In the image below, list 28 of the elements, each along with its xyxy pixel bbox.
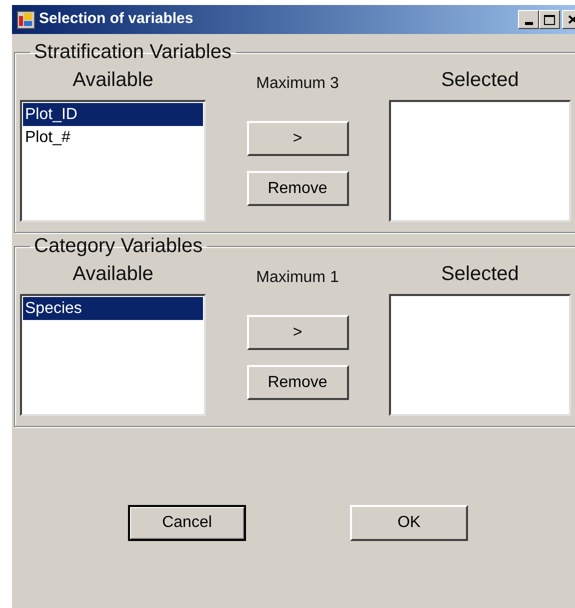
list-item[interactable]: Species xyxy=(23,297,203,320)
minimize-button[interactable] xyxy=(518,10,539,29)
window-title: Selection of variables xyxy=(39,9,194,30)
add-button[interactable]: > xyxy=(246,315,348,350)
selected-list[interactable] xyxy=(389,100,571,222)
close-icon xyxy=(568,15,575,24)
group-title: Stratification Variables xyxy=(33,40,232,64)
available-list[interactable]: Plot_ID Plot_# xyxy=(20,100,206,222)
maximize-icon xyxy=(544,14,555,24)
column-label: Selected xyxy=(441,68,519,93)
list-item[interactable]: Plot_ID xyxy=(23,103,203,126)
column-label: Maximum 3 xyxy=(256,74,339,94)
remove-button[interactable]: Remove xyxy=(246,171,348,206)
minimize-icon xyxy=(524,22,532,25)
app-icon xyxy=(17,10,35,28)
dialog-button[interactable]: Cancel xyxy=(128,505,246,541)
maximize-button[interactable] xyxy=(539,10,560,29)
list-item[interactable]: Plot_# xyxy=(23,126,203,149)
available-list[interactable]: Species xyxy=(20,294,206,416)
column-label: Available xyxy=(72,262,154,287)
column-label: Available xyxy=(72,68,154,93)
column-label: Maximum 1 xyxy=(256,268,339,288)
dialog-button[interactable]: OK xyxy=(350,505,468,541)
selected-list[interactable] xyxy=(389,294,571,416)
add-button[interactable]: > xyxy=(246,121,348,156)
group-title: Category Variables xyxy=(33,234,204,258)
remove-button[interactable]: Remove xyxy=(246,365,348,400)
column-label: Selected xyxy=(441,262,519,287)
